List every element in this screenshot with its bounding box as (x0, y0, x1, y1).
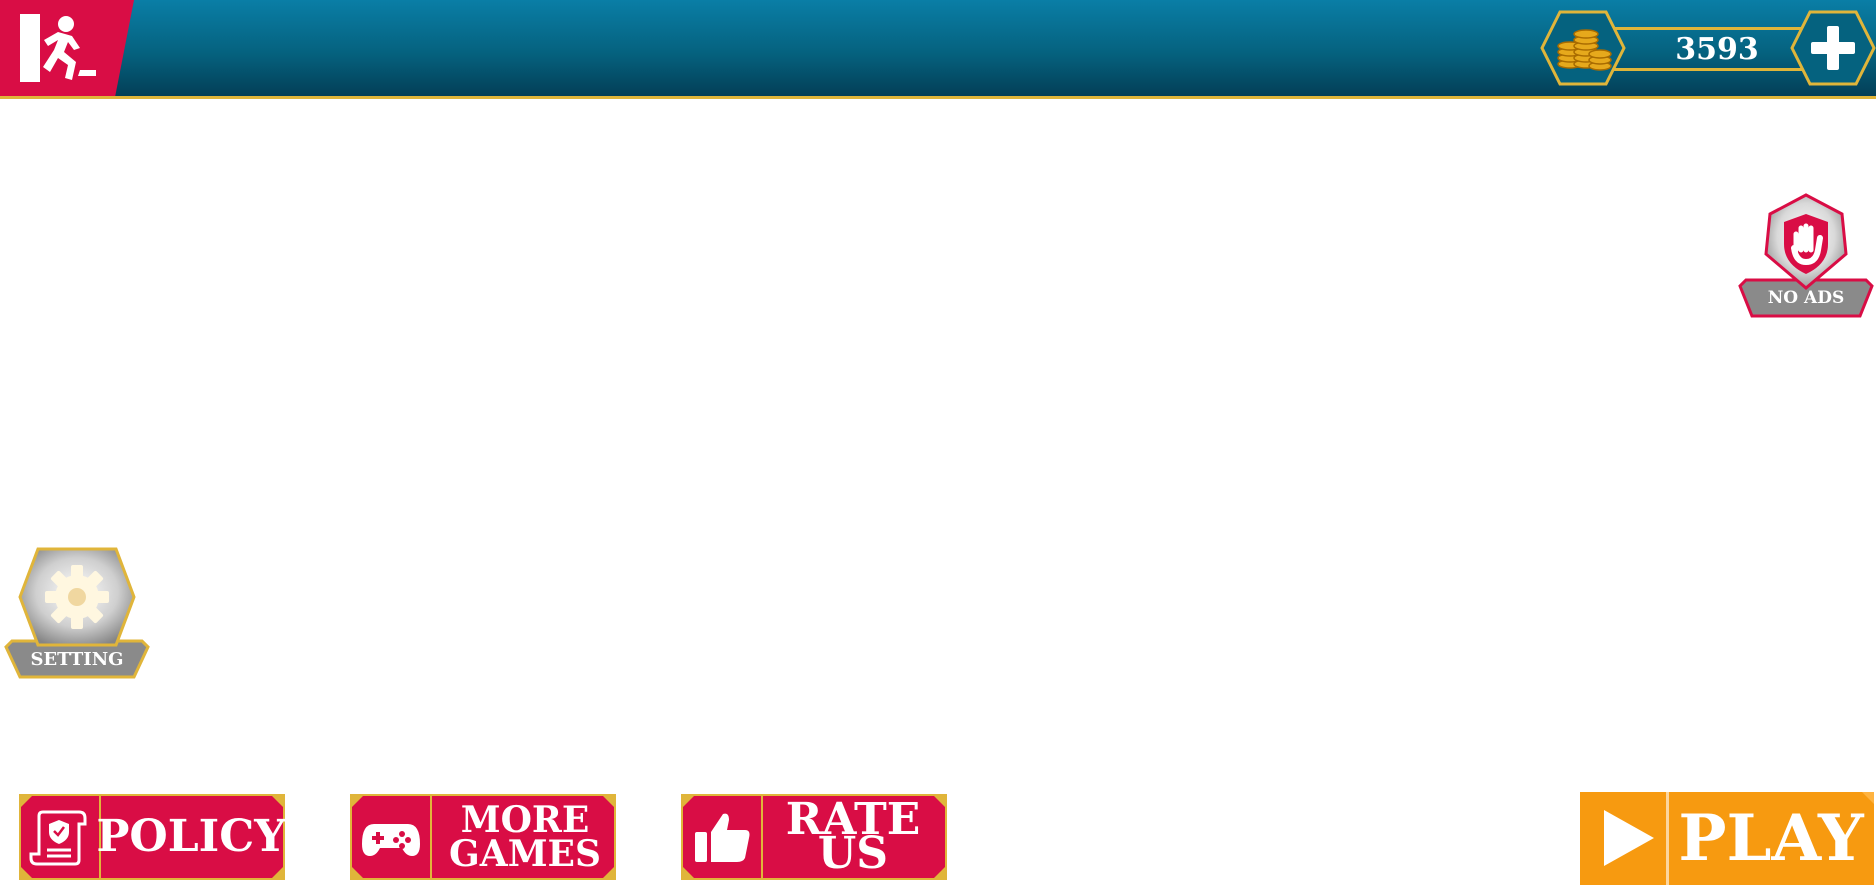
play-label: PLAY (1678, 801, 1864, 876)
play-button[interactable]: PLAY (1580, 792, 1874, 885)
rate-us-button[interactable]: RATE US (681, 794, 947, 880)
exit-door-runner-icon (20, 14, 96, 82)
add-coins-button[interactable] (1790, 10, 1876, 86)
thumbs-up-icon (695, 813, 750, 862)
gear-icon (45, 565, 109, 629)
exit-button[interactable] (0, 0, 134, 96)
rate-us-label: RATE US (785, 794, 921, 879)
policy-button[interactable]: POLICY (19, 794, 286, 880)
play-triangle-icon (1604, 810, 1654, 866)
more-games-label: MORE GAMES (449, 799, 601, 875)
setting-button[interactable]: SETTING (4, 547, 150, 681)
no-ads-label: NO ADS (1767, 288, 1845, 308)
top-bar: 3593 (0, 0, 1876, 99)
policy-document-icon (29, 810, 87, 866)
more-games-button[interactable]: MORE GAMES (350, 794, 616, 880)
gold-coins-icon (1540, 10, 1626, 86)
setting-label: SETTING (30, 648, 124, 670)
gamepad-icon (362, 824, 420, 856)
no-ads-button[interactable]: NO ADS (1738, 192, 1874, 318)
policy-label: POLICY (96, 811, 286, 862)
coin-counter: 3593 (1540, 10, 1876, 86)
